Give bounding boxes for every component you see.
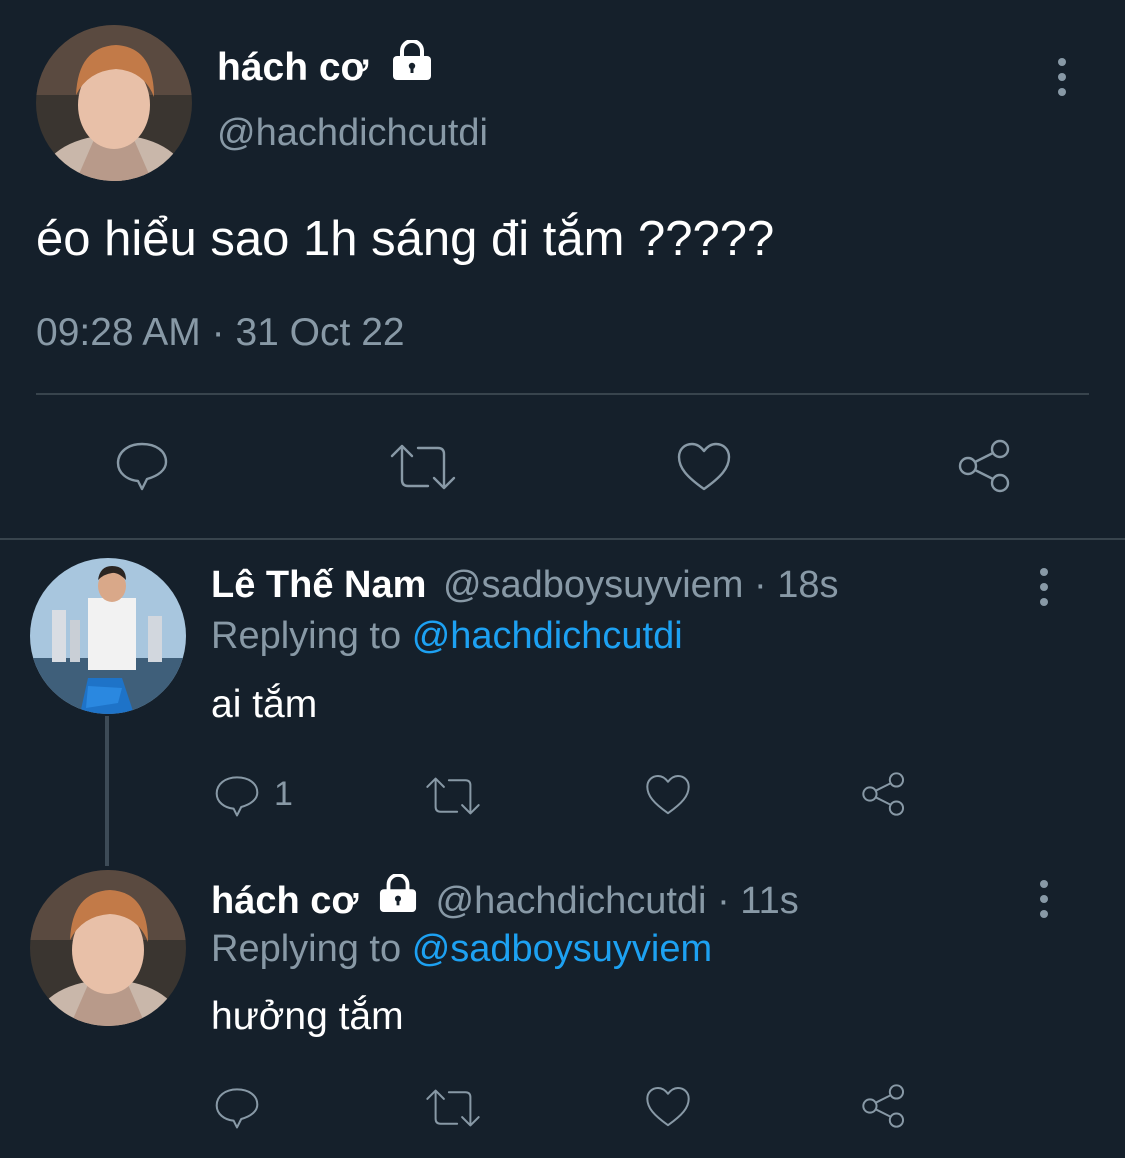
reply-age[interactable]: 11s [740, 880, 798, 922]
reply-handle[interactable]: @sadboysuyviem [443, 564, 743, 606]
reply-icon[interactable] [213, 1086, 261, 1130]
replying-to-line: Replying to @hachdichcutdi [211, 613, 683, 659]
reply-header: hách cơ @hachdichcutdi · 11s [211, 873, 799, 927]
tweet-text: éo hiểu sao 1h sáng đi tắm ????? [36, 212, 775, 266]
timestamp-separator: · [211, 311, 225, 354]
share-icon[interactable] [956, 437, 1014, 495]
thread-line [105, 716, 109, 866]
author-display-name[interactable]: hách cơ [217, 46, 368, 89]
reply-icon[interactable] [213, 774, 261, 818]
replying-to-label: Replying to [211, 615, 402, 657]
reply-icon[interactable] [114, 440, 170, 492]
reply-avatar[interactable] [30, 558, 186, 714]
author-handle[interactable]: @hachdichcutdi [217, 110, 488, 156]
replying-to-line: Replying to @sadboysuyviem [211, 926, 712, 972]
reply-text: hưởng tắm [211, 995, 404, 1038]
reply-more-options-icon[interactable] [1034, 568, 1054, 606]
share-icon[interactable] [860, 1082, 908, 1130]
retweet-icon[interactable] [424, 1087, 482, 1129]
retweet-icon[interactable] [424, 775, 482, 817]
reply-display-name[interactable]: Lê Thế Nam [211, 564, 426, 606]
replying-to-label: Replying to [211, 928, 402, 970]
reply-age[interactable]: 18s [777, 564, 838, 606]
reply-text: ai tắm [211, 683, 318, 726]
tweet-date: 31 Oct 22 [235, 311, 405, 354]
tweet-timestamp[interactable]: 09:28 AM · 31 Oct 22 [36, 310, 405, 356]
divider [36, 393, 1089, 395]
author-avatar[interactable] [36, 25, 192, 181]
replying-to-mention[interactable]: @sadboysuyviem [412, 928, 712, 970]
reply-handle[interactable]: @hachdichcutdi [436, 880, 707, 922]
reply-avatar[interactable] [30, 870, 186, 1026]
section-divider [0, 538, 1125, 540]
reply-separator: · [717, 880, 730, 922]
lock-icon [377, 873, 419, 923]
reply-count: 1 [274, 775, 293, 813]
reply-more-options-icon[interactable] [1034, 880, 1054, 918]
reply-separator: · [754, 564, 767, 606]
more-options-icon[interactable] [1052, 58, 1072, 96]
retweet-icon[interactable] [388, 442, 458, 492]
like-icon[interactable] [644, 773, 692, 817]
like-icon[interactable] [675, 441, 733, 493]
author-name-row: hách cơ [217, 39, 433, 95]
lock-icon [391, 39, 433, 91]
tweet-time: 09:28 AM [36, 311, 201, 354]
reply-header: Lê Thế Nam @sadboysuyviem · 18s [211, 562, 839, 608]
reply-display-name[interactable]: hách cơ [211, 880, 358, 922]
replying-to-mention[interactable]: @hachdichcutdi [412, 615, 683, 657]
like-icon[interactable] [644, 1085, 692, 1129]
share-icon[interactable] [860, 770, 908, 818]
